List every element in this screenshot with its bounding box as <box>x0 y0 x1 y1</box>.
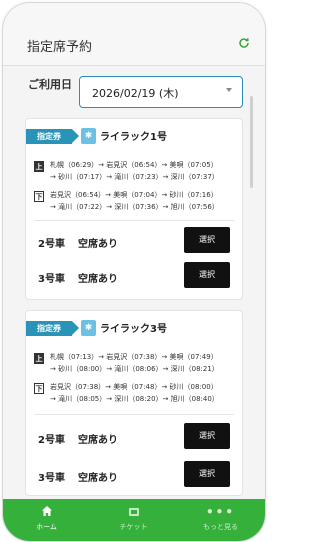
phone-frame: 指定席予約 ご利用日 2026/02/19 (木) 指定券 ✱ ライラック1号 … <box>2 2 266 542</box>
route-kind-badge: 上 <box>34 353 44 364</box>
select-button[interactable]: 選択 <box>184 262 230 288</box>
divider <box>34 220 234 221</box>
availability: 空席あり <box>78 274 118 285</box>
tab-bar: ホーム チケット ••• もっと見る <box>3 499 265 541</box>
train-name: ライラック1号 <box>100 132 167 143</box>
date-value: 2026/02/19 (木) <box>92 87 179 100</box>
route-line: → 滝川（08:05）→ 深川（08:20）→ 旭川（08:40） <box>50 395 219 403</box>
refresh-icon[interactable] <box>237 37 251 51</box>
route-kind-badge: 上 <box>34 161 44 172</box>
tab-label: もっと見る <box>203 523 238 531</box>
route-line: 札幌（07:13）→ 岩見沢（07:38）→ 美唄（07:49） <box>50 353 218 361</box>
date-label: ご利用日 <box>28 78 72 91</box>
tab-label: ホーム <box>36 523 57 531</box>
route-kind-badge: 下 <box>34 191 44 202</box>
date-select[interactable]: 2026/02/19 (木) <box>79 76 243 108</box>
more-icon: ••• <box>205 505 235 519</box>
ticket-badge: 指定券 <box>26 129 79 144</box>
car-number: 2号車 <box>38 435 65 446</box>
route-kind-badge: 下 <box>34 383 44 394</box>
train-name: ライラック3号 <box>100 324 167 335</box>
chevron-down-icon <box>226 88 232 92</box>
availability: 空席あり <box>78 239 118 250</box>
route-line: → 砂川（07:17）→ 滝川（07:23）→ 深川（07:37） <box>50 173 219 181</box>
tab-label: チケット <box>119 523 148 531</box>
availability: 空席あり <box>78 435 118 446</box>
page-title: 指定席予約 <box>27 40 93 55</box>
train-icon: ✱ <box>81 320 96 336</box>
tab-more[interactable]: ••• もっと見る <box>177 499 264 541</box>
route-line: 札幌（06:29）→ 岩見沢（06:54）→ 美唄（07:05） <box>50 161 218 169</box>
train-card: 指定券 ✱ ライラック1号 上 札幌（06:29）→ 岩見沢（06:54）→ 美… <box>25 118 243 300</box>
select-button[interactable]: 選択 <box>184 461 230 487</box>
ticket-icon <box>90 505 177 519</box>
scrollbar[interactable] <box>250 96 253 188</box>
divider <box>34 414 234 415</box>
route-line: 岩見沢（06:54）→ 美唄（07:04）→ 砂川（07:16） <box>50 191 218 199</box>
ticket-badge: 指定券 <box>26 321 79 336</box>
tab-home[interactable]: ホーム <box>3 499 90 541</box>
main-content[interactable]: ご利用日 2026/02/19 (木) 指定券 ✱ ライラック1号 上 札幌（0… <box>3 66 265 499</box>
car-number: 2号車 <box>38 239 65 250</box>
car-number: 3号車 <box>38 274 65 285</box>
car-number: 3号車 <box>38 473 65 484</box>
app-header: 指定席予約 <box>3 3 265 66</box>
route-line: 岩見沢（07:38）→ 美唄（07:48）→ 砂川（08:00） <box>50 383 218 391</box>
home-icon <box>3 505 90 519</box>
route-line: → 滝川（07:22）→ 深川（07:36）→ 旭川（07:56） <box>50 203 219 211</box>
availability: 空席あり <box>78 473 118 484</box>
train-card: 指定券 ✱ ライラック3号 上 札幌（07:13）→ 岩見沢（07:38）→ 美… <box>25 310 243 496</box>
tab-ticket[interactable]: チケット <box>90 499 177 541</box>
select-button[interactable]: 選択 <box>184 227 230 253</box>
select-button[interactable]: 選択 <box>184 423 230 449</box>
route-line: → 砂川（08:00）→ 滝川（08:06）→ 深川（08:21） <box>50 365 219 373</box>
train-icon: ✱ <box>81 128 96 144</box>
